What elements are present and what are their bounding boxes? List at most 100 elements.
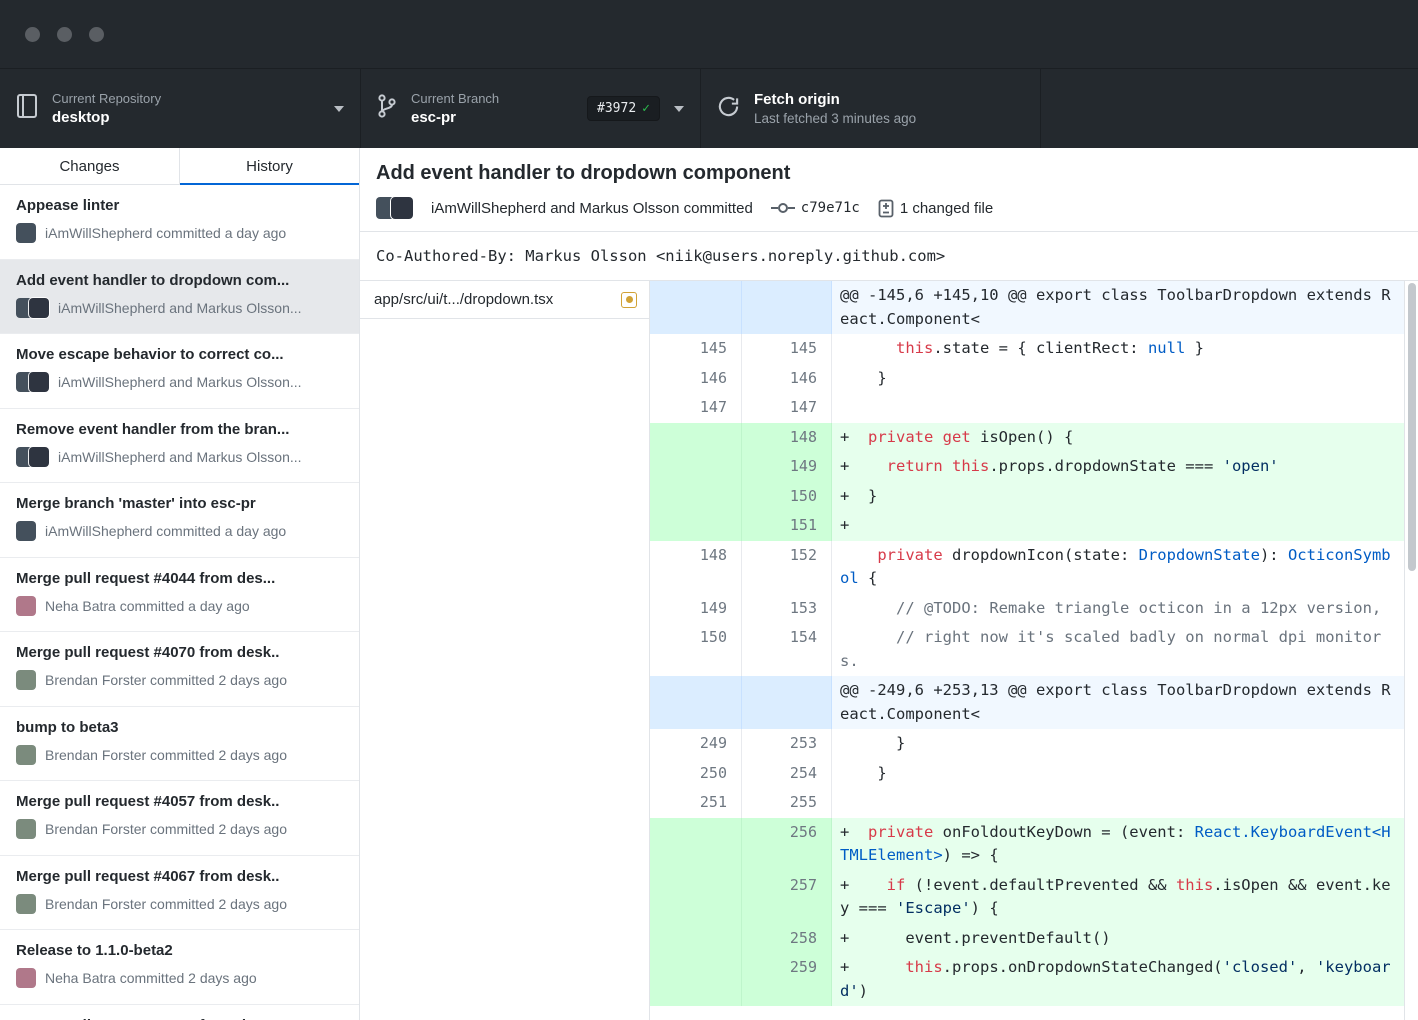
new-line-number: 145: [742, 334, 832, 364]
zoom-window-button[interactable]: [89, 27, 104, 42]
diff-code-line: @@ -249,6 +253,13 @@ export class Toolba…: [832, 676, 1404, 729]
old-line-number: [650, 423, 742, 453]
diff-row: 148+ private get isOpen() {: [650, 423, 1404, 453]
diff-row: @@ -145,6 +145,10 @@ export class Toolba…: [650, 281, 1404, 334]
avatar: [16, 670, 36, 690]
commit-item-meta-text: Brendan Forster committed 2 days ago: [45, 672, 287, 688]
file-list-item[interactable]: app/src/ui/t.../dropdown.tsx: [360, 281, 649, 319]
commit-item-meta-text: iAmWillShepherd and Markus Olsson...: [58, 300, 302, 316]
diff-scrollbar[interactable]: [1404, 281, 1418, 1020]
new-line-number: 154: [742, 623, 832, 676]
commit-item-title: Remove event handler from the bran...: [16, 421, 343, 438]
diff-row: 258+ event.preventDefault(): [650, 924, 1404, 954]
commit-item-meta: Brendan Forster committed 2 days ago: [16, 819, 343, 839]
diff-code-line: private dropdownIcon(state: DropdownStat…: [832, 541, 1404, 594]
commit-item-meta: Neha Batra committed a day ago: [16, 596, 343, 616]
commit-list-item[interactable]: Merge pull request #4067 from desk..Bren…: [0, 856, 359, 931]
old-line-number: [650, 818, 742, 871]
author-avatars: [376, 197, 413, 219]
diff-area: app/src/ui/t.../dropdown.tsx @@ -145,6 +…: [360, 281, 1418, 1020]
diff-row: 256+ private onFoldoutKeyDown = (event: …: [650, 818, 1404, 871]
old-line-number: 150: [650, 623, 742, 676]
commit-item-avatars: [16, 819, 36, 839]
old-line-number: [650, 511, 742, 541]
avatar: [29, 447, 49, 467]
avatar: [16, 894, 36, 914]
diff-code-line: }: [832, 364, 1404, 394]
tab-history[interactable]: History: [180, 148, 359, 184]
main-split: Changes History Appease linteriAmWillShe…: [0, 148, 1418, 1020]
new-line-number: 259: [742, 953, 832, 1006]
new-line-number: 253: [742, 729, 832, 759]
changed-files-count: 1 changed file: [900, 200, 993, 217]
commit-item-meta-text: iAmWillShepherd committed a day ago: [45, 523, 286, 539]
scrollbar-thumb[interactable]: [1408, 283, 1416, 571]
fetch-subtitle: Last fetched 3 minutes ago: [754, 111, 916, 126]
pr-status-badge[interactable]: #3972 ✓: [587, 96, 660, 121]
commit-list-item[interactable]: Move escape behavior to correct co...iAm…: [0, 334, 359, 409]
ci-check-icon: ✓: [642, 101, 650, 116]
diff-row: 257+ if (!event.defaultPrevented && this…: [650, 871, 1404, 924]
sidebar-tabs: Changes History: [0, 148, 359, 185]
commit-list-item[interactable]: Appease linteriAmWillShepherd committed …: [0, 185, 359, 260]
github-desktop-window: Current Repository desktop Current Branc…: [0, 0, 1418, 1020]
commit-authors: iAmWillShepherd and Markus Olsson commit…: [431, 200, 753, 217]
commit-list-item[interactable]: Merge branch 'master' into esc-priAmWill…: [0, 483, 359, 558]
diff-row: 259+ this.props.onDropdownStateChanged('…: [650, 953, 1404, 1006]
repo-book-icon: [16, 93, 38, 124]
commit-item-meta: Brendan Forster committed 2 days ago: [16, 894, 343, 914]
new-line-number: 257: [742, 871, 832, 924]
commit-item-title: Add event handler to dropdown com...: [16, 272, 343, 289]
new-line-number: 148: [742, 423, 832, 453]
diff-row: 149153 // @TODO: Remake triangle octicon…: [650, 594, 1404, 624]
new-line-number: 153: [742, 594, 832, 624]
repository-switcher[interactable]: Current Repository desktop: [0, 69, 360, 148]
pr-number: #3972: [597, 101, 636, 116]
diff-code-line: + private get isOpen() {: [832, 423, 1404, 453]
commit-item-avatars: [16, 447, 49, 467]
diff-code-line: + this.props.onDropdownStateChanged('clo…: [832, 953, 1404, 1006]
avatar: [16, 745, 36, 765]
new-line-number: [742, 676, 832, 729]
commit-list-item[interactable]: Remove event handler from the bran...iAm…: [0, 409, 359, 484]
commit-list-item[interactable]: bump to beta3Brendan Forster committed 2…: [0, 707, 359, 782]
new-line-number: 256: [742, 818, 832, 871]
commit-list-item[interactable]: Add event handler to dropdown com... iAmW…: [0, 260, 359, 335]
diff-row: 150+ }: [650, 482, 1404, 512]
new-line-number: 152: [742, 541, 832, 594]
commit-list-item[interactable]: Merge pull request #4044 from des...Neha…: [0, 558, 359, 633]
commit-item-avatars: [16, 372, 49, 392]
avatar: [16, 521, 36, 541]
minimize-window-button[interactable]: [57, 27, 72, 42]
history-sidebar: Changes History Appease linteriAmWillShe…: [0, 148, 360, 1020]
git-commit-icon: [771, 201, 795, 215]
tab-changes[interactable]: Changes: [0, 148, 180, 184]
close-window-button[interactable]: [25, 27, 40, 42]
commit-sha: c79e71c: [801, 200, 860, 216]
branch-name: esc-pr: [411, 109, 499, 126]
diff-row: 151+: [650, 511, 1404, 541]
repository-label: Current Repository: [52, 91, 161, 106]
commit-list-item[interactable]: Release to 1.1.0-beta2Neha Batra committ…: [0, 930, 359, 1005]
commit-item-meta: Neha Batra committed 2 days ago: [16, 968, 343, 988]
diff-code-line: + return this.props.dropdownState === 'o…: [832, 452, 1404, 482]
commit-detail-pane: Add event handler to dropdown component …: [360, 148, 1418, 1020]
commit-item-avatars: [16, 968, 36, 988]
branch-switcher[interactable]: Current Branch esc-pr #3972 ✓: [360, 69, 700, 148]
fetch-origin-button[interactable]: Fetch origin Last fetched 3 minutes ago: [700, 69, 1040, 148]
commit-item-avatars: [16, 670, 36, 690]
commit-item-meta-text: Neha Batra committed 2 days ago: [45, 970, 257, 986]
commit-item-meta-text: Brendan Forster committed 2 days ago: [45, 821, 287, 837]
avatar: [16, 968, 36, 988]
diff-code-line: + private onFoldoutKeyDown = (event: Rea…: [832, 818, 1404, 871]
diff-code-line: + event.preventDefault(): [832, 924, 1404, 954]
commit-list-item[interactable]: Merge pull request #4057 from desk..Bren…: [0, 781, 359, 856]
commit-list-item[interactable]: Merge pull request #4059 from d...: [0, 1005, 359, 1020]
chevron-down-icon: [334, 106, 344, 112]
file-path: app/src/ui/t.../dropdown.tsx: [374, 291, 621, 308]
commit-list-item[interactable]: Merge pull request #4070 from desk.. Bren…: [0, 632, 359, 707]
commit-item-title: Appease linter: [16, 197, 343, 214]
new-line-number: 255: [742, 788, 832, 818]
diff-row: @@ -249,6 +253,13 @@ export class Toolba…: [650, 676, 1404, 729]
commit-item-title: Merge pull request #4070 from desk..: [16, 644, 343, 661]
